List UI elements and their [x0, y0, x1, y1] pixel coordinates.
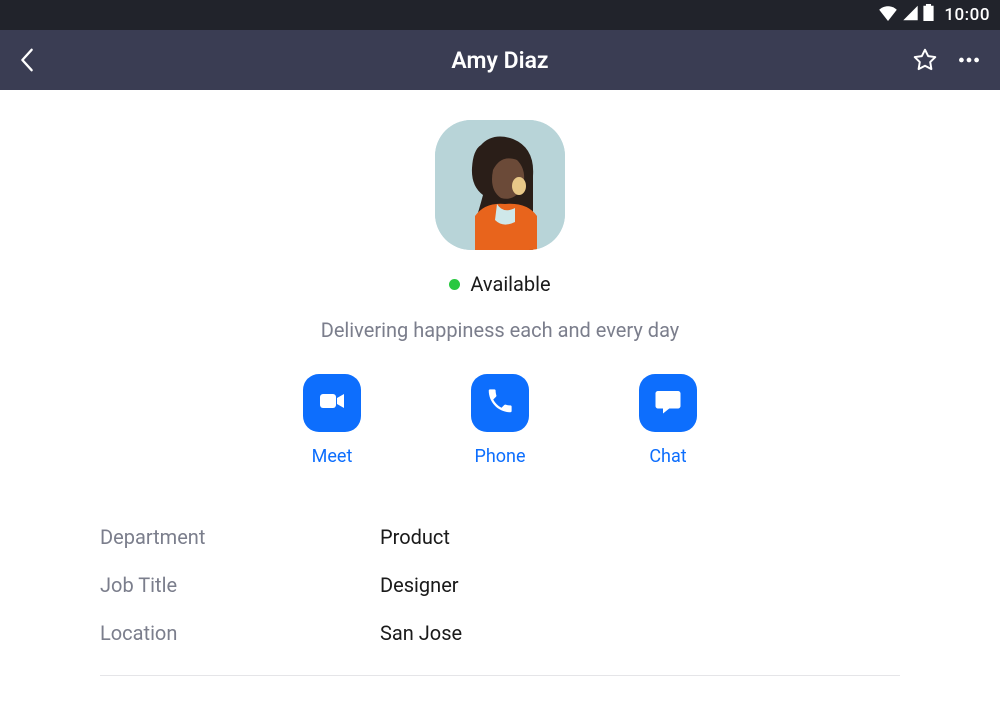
profile-content: Available Delivering happiness each and …	[0, 90, 1000, 676]
location-value: San Jose	[380, 621, 462, 645]
location-label: Location	[100, 621, 380, 645]
detail-row-department: Department Product	[100, 513, 900, 561]
android-status-bar: 10:00	[0, 0, 1000, 30]
detail-row-job-title: Job Title Designer	[100, 561, 900, 609]
meet-label: Meet	[312, 446, 353, 467]
avatar[interactable]	[435, 120, 565, 250]
more-button[interactable]	[956, 47, 982, 73]
battery-icon	[923, 4, 934, 26]
action-row: Meet Phone Chat	[0, 374, 1000, 467]
presence-status: Available	[0, 272, 1000, 296]
back-button[interactable]	[18, 47, 36, 73]
presence-label: Available	[470, 272, 550, 296]
job-title-label: Job Title	[100, 573, 380, 597]
page-title: Amy Diaz	[0, 47, 1000, 74]
phone-icon	[485, 386, 515, 420]
video-icon	[316, 385, 348, 421]
chat-button[interactable]: Chat	[639, 374, 697, 467]
detail-row-location: Location San Jose	[100, 609, 900, 657]
clock: 10:00	[944, 5, 990, 25]
chat-icon	[653, 386, 683, 420]
meet-button[interactable]: Meet	[303, 374, 361, 467]
favorite-button[interactable]	[912, 47, 938, 73]
job-title-value: Designer	[380, 573, 459, 597]
title-bar: Amy Diaz	[0, 30, 1000, 90]
profile-details: Department Product Job Title Designer Lo…	[100, 513, 900, 676]
cellular-icon	[902, 5, 919, 26]
status-message: Delivering happiness each and every day	[0, 318, 1000, 342]
department-label: Department	[100, 525, 380, 549]
department-value: Product	[380, 525, 450, 549]
wifi-icon	[878, 5, 898, 26]
presence-dot-icon	[449, 279, 460, 290]
phone-button[interactable]: Phone	[471, 374, 529, 467]
phone-label: Phone	[474, 446, 525, 467]
chat-label: Chat	[649, 446, 686, 467]
